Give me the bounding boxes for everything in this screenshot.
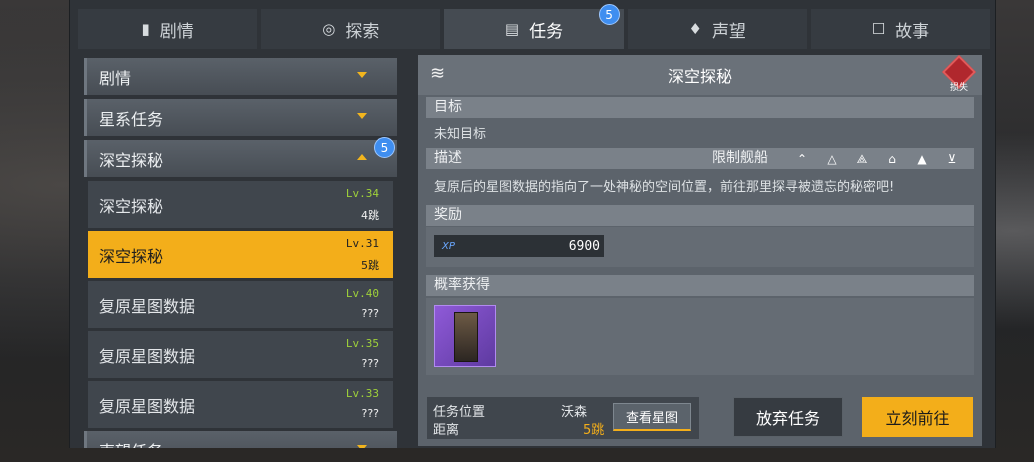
tab-tasks[interactable]: ▤ 任务 5 <box>444 4 624 49</box>
xp-value: 6900 <box>568 238 600 254</box>
goal-label: 目标 <box>434 99 462 115</box>
tab-label: 剧情 <box>159 21 194 42</box>
category-label: 深空探秘 <box>99 150 164 170</box>
goal-text: 未知目标 <box>434 127 487 142</box>
xp-reward: XP 6900 <box>434 235 604 257</box>
category-label: 剧情 <box>99 68 132 88</box>
quest-title: 深空探秘 <box>667 67 732 86</box>
location-box: 任务位置 距离 沃森 5跳 查看星图 <box>427 397 699 439</box>
quest-jumps: 5跳 <box>361 259 379 272</box>
list-item-selected[interactable]: 深空探秘 Lv.31 5跳 <box>88 231 393 278</box>
tab-label: 任务 <box>529 21 564 42</box>
destroyer-icon: △ <box>827 151 837 166</box>
battlecruiser-icon: ⌂ <box>888 151 896 166</box>
top-tabs: ▮ 剧情 ◎ 探索 ▤ 任务 5 ♦ 声望 ☐ 故事 <box>78 4 991 49</box>
location-label: 任务位置 <box>433 405 486 420</box>
quest-name: 深空探秘 <box>99 246 164 266</box>
ship-limit-label: 限制舰船 <box>712 150 768 166</box>
loss-indicator: 损失 <box>942 55 976 93</box>
go-now-button[interactable]: 立刻前往 <box>862 397 973 437</box>
xp-label: XP <box>442 240 455 252</box>
tab-story[interactable]: ▮ 剧情 <box>78 9 258 49</box>
chevron-down-icon <box>357 72 367 78</box>
category-label: 声望任务 <box>99 438 163 449</box>
drop-label: 概率获得 <box>434 277 490 293</box>
category-deep-space[interactable]: 深空探秘 5 <box>84 137 397 177</box>
quest-level: Lv.35 <box>345 337 379 350</box>
quest-name: 复原星图数据 <box>99 296 196 316</box>
loss-label: 损失 <box>949 83 968 93</box>
quest-name: 深空探秘 <box>99 196 164 216</box>
task-icon: ▤ <box>504 20 520 38</box>
category-galaxy[interactable]: 星系任务 <box>84 99 397 136</box>
reputation-icon: ♦ <box>688 20 702 38</box>
list-item[interactable]: 深空探秘 Lv.34 4跳 <box>88 181 393 228</box>
chevron-up-icon <box>357 154 367 160</box>
quest-jumps: ??? <box>361 407 379 420</box>
quest-jumps: ??? <box>361 307 379 320</box>
tab-reputation[interactable]: ♦ 声望 <box>627 9 807 49</box>
tab-label: 故事 <box>895 21 930 42</box>
chevron-down-icon <box>357 113 367 119</box>
reward-section-header: 奖励 <box>426 205 974 226</box>
quest-level: Lv.31 <box>345 237 379 250</box>
cruiser-icon: ⟁ <box>856 151 868 166</box>
category-label: 星系任务 <box>99 109 164 129</box>
quest-list: 剧情 星系任务 深空探秘 5 深空探秘 Lv.34 4跳 深空探秘 Lv.31 … <box>84 58 397 448</box>
desc-text: 复原后的星图数据的指向了一处神秘的空间位置，前往那里探寻被遗忘的秘密吧! <box>434 180 895 195</box>
tab-explore[interactable]: ◎ 探索 <box>261 9 441 49</box>
quest-jumps: 4跳 <box>361 209 379 222</box>
category-badge: 5 <box>374 137 395 158</box>
drop-item-slot[interactable] <box>434 305 496 367</box>
distance-label: 距离 <box>433 423 460 438</box>
quest-level: Lv.33 <box>345 387 379 400</box>
list-item[interactable]: 复原星图数据 Lv.40 ??? <box>88 281 393 328</box>
quest-name: 复原星图数据 <box>99 346 196 366</box>
chevron-down-icon <box>357 445 367 448</box>
blueprint-item-icon <box>454 312 478 362</box>
frigate-icon: ⌃ <box>796 151 808 166</box>
reward-label: 奖励 <box>434 207 462 223</box>
detail-header: ≋ 深空探秘 损失 <box>418 55 982 95</box>
quest-detail-panel: ≋ 深空探秘 损失 目标 未知目标 描述 限制舰船 ⌃ △ ⟁ ⌂ ▲ ⊻ 复原… <box>418 55 982 446</box>
category-reputation[interactable]: 声望任务 <box>84 431 397 448</box>
quest-jumps: ??? <box>361 357 379 370</box>
desc-section-header: 描述 限制舰船 ⌃ △ ⟁ ⌂ ▲ ⊻ <box>426 148 974 169</box>
desc-label: 描述 <box>434 150 462 166</box>
task-count-badge: 5 <box>598 4 620 25</box>
goal-section-header: 目标 <box>426 97 974 118</box>
quest-level: Lv.40 <box>345 287 379 300</box>
view-starmap-button[interactable]: 查看星图 <box>613 403 691 431</box>
ship-restrictions: 限制舰船 ⌃ △ ⟁ ⌂ ▲ ⊻ <box>712 148 974 169</box>
drop-section-header: 概率获得 <box>426 275 974 296</box>
explore-icon: ◎ <box>322 20 336 38</box>
tab-stories[interactable]: ☐ 故事 <box>810 9 991 49</box>
drop-area <box>426 298 974 375</box>
tab-label: 声望 <box>711 21 746 42</box>
quest-level: Lv.34 <box>345 187 379 200</box>
carrier-icon: ⊻ <box>947 151 957 166</box>
wing-emblem-icon: ≋ <box>430 63 446 84</box>
tab-label: 探索 <box>345 21 380 42</box>
distance-value: 5跳 <box>583 423 605 438</box>
story-icon: ☐ <box>871 20 886 38</box>
battleship-icon: ▲ <box>917 151 927 166</box>
list-item[interactable]: 复原星图数据 Lv.33 ??? <box>88 381 393 428</box>
category-story[interactable]: 剧情 <box>84 58 397 95</box>
location-value: 沃森 <box>561 405 588 420</box>
quest-name: 复原星图数据 <box>99 396 196 416</box>
book-icon: ▮ <box>141 20 150 38</box>
list-item[interactable]: 复原星图数据 Lv.35 ??? <box>88 331 393 378</box>
abandon-quest-button[interactable]: 放弃任务 <box>733 397 843 437</box>
